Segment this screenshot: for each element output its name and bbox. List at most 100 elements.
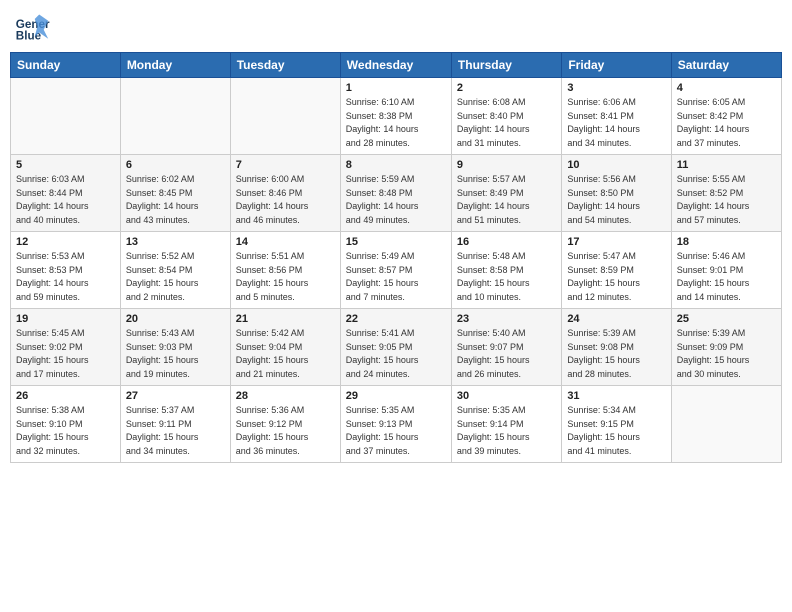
calendar-cell: 29 Sunrise: 5:35 AM Sunset: 9:13 PM Dayli… <box>340 386 451 463</box>
calendar-cell: 31 Sunrise: 5:34 AM Sunset: 9:15 PM Dayli… <box>562 386 671 463</box>
day-number: 21 <box>236 313 335 325</box>
calendar-cell: 28 Sunrise: 5:36 AM Sunset: 9:12 PM Dayli… <box>230 386 340 463</box>
day-info: Sunrise: 5:52 AM Sunset: 8:54 PM Dayligh… <box>126 250 225 304</box>
calendar-cell: 27Sunrise: 5:37 AM Sunset: 9:11 PM Dayli… <box>120 386 230 463</box>
calendar-week-5: 26Sunrise: 5:38 AM Sunset: 9:10 PM Dayli… <box>11 386 782 463</box>
day-info: Sunrise: 5:59 AM Sunset: 8:48 PM Dayligh… <box>346 173 446 227</box>
day-number: 29 <box>346 390 446 402</box>
day-info: Sunrise: 5:46 AM Sunset: 9:01 PM Dayligh… <box>677 250 776 304</box>
day-info: Sunrise: 5:35 AM Sunset: 9:14 PM Dayligh… <box>457 404 556 458</box>
day-info: Sunrise: 5:38 AM Sunset: 9:10 PM Dayligh… <box>16 404 115 458</box>
day-info: Sunrise: 6:00 AM Sunset: 8:46 PM Dayligh… <box>236 173 335 227</box>
day-number: 19 <box>16 313 115 325</box>
weekday-header-sunday: Sunday <box>11 53 121 78</box>
day-number: 24 <box>567 313 665 325</box>
calendar-week-4: 19 Sunrise: 5:45 AM Sunset: 9:02 PM Dayli… <box>11 309 782 386</box>
day-info: Sunrise: 6:06 AM Sunset: 8:41 PM Dayligh… <box>567 96 665 150</box>
day-info: Sunrise: 5:48 AM Sunset: 8:58 PM Dayligh… <box>457 250 556 304</box>
day-info: Sunrise: 5:42 AM Sunset: 9:04 PM Dayligh… <box>236 327 335 381</box>
day-info: Sunrise: 5:45 AM Sunset: 9:02 PM Dayligh… <box>16 327 115 381</box>
day-number: 4 <box>677 82 776 94</box>
calendar-cell: 7 Sunrise: 6:00 AM Sunset: 8:46 PM Daylig… <box>230 155 340 232</box>
day-info: Sunrise: 5:40 AM Sunset: 9:07 PM Dayligh… <box>457 327 556 381</box>
calendar-cell: 2 Sunrise: 6:08 AM Sunset: 8:40 PM Daylig… <box>451 78 561 155</box>
weekday-header-friday: Friday <box>562 53 671 78</box>
calendar-cell: 4 Sunrise: 6:05 AM Sunset: 8:42 PM Daylig… <box>671 78 781 155</box>
calendar-cell: 14 Sunrise: 5:51 AM Sunset: 8:56 PM Dayli… <box>230 232 340 309</box>
calendar-cell: 8Sunrise: 5:59 AM Sunset: 8:48 PM Daylig… <box>340 155 451 232</box>
weekday-header-tuesday: Tuesday <box>230 53 340 78</box>
logo-icon: General Blue <box>14 10 50 46</box>
day-info: Sunrise: 5:49 AM Sunset: 8:57 PM Dayligh… <box>346 250 446 304</box>
weekday-header-row: SundayMondayTuesdayWednesdayThursdayFrid… <box>11 53 782 78</box>
calendar-cell: 18 Sunrise: 5:46 AM Sunset: 9:01 PM Dayli… <box>671 232 781 309</box>
calendar-cell: 25 Sunrise: 5:39 AM Sunset: 9:09 PM Dayli… <box>671 309 781 386</box>
day-number: 10 <box>567 159 665 171</box>
calendar-cell: 5 Sunrise: 6:03 AM Sunset: 8:44 PM Daylig… <box>11 155 121 232</box>
day-number: 23 <box>457 313 556 325</box>
day-number: 31 <box>567 390 665 402</box>
day-number: 27 <box>126 390 225 402</box>
day-number: 30 <box>457 390 556 402</box>
weekday-header-monday: Monday <box>120 53 230 78</box>
calendar-cell: 23 Sunrise: 5:40 AM Sunset: 9:07 PM Dayli… <box>451 309 561 386</box>
day-info: Sunrise: 5:51 AM Sunset: 8:56 PM Dayligh… <box>236 250 335 304</box>
day-info: Sunrise: 6:03 AM Sunset: 8:44 PM Dayligh… <box>16 173 115 227</box>
day-info: Sunrise: 5:47 AM Sunset: 8:59 PM Dayligh… <box>567 250 665 304</box>
day-info: Sunrise: 5:34 AM Sunset: 9:15 PM Dayligh… <box>567 404 665 458</box>
calendar-week-2: 5 Sunrise: 6:03 AM Sunset: 8:44 PM Daylig… <box>11 155 782 232</box>
day-info: Sunrise: 5:43 AM Sunset: 9:03 PM Dayligh… <box>126 327 225 381</box>
day-info: Sunrise: 5:39 AM Sunset: 9:09 PM Dayligh… <box>677 327 776 381</box>
day-number: 15 <box>346 236 446 248</box>
day-number: 14 <box>236 236 335 248</box>
day-number: 7 <box>236 159 335 171</box>
page-header: General Blue <box>10 10 782 46</box>
day-number: 2 <box>457 82 556 94</box>
calendar-cell <box>230 78 340 155</box>
calendar-cell: 16 Sunrise: 5:48 AM Sunset: 8:58 PM Dayli… <box>451 232 561 309</box>
logo: General Blue <box>14 10 54 46</box>
day-number: 16 <box>457 236 556 248</box>
day-info: Sunrise: 5:41 AM Sunset: 9:05 PM Dayligh… <box>346 327 446 381</box>
day-number: 5 <box>16 159 115 171</box>
day-number: 18 <box>677 236 776 248</box>
day-number: 6 <box>126 159 225 171</box>
day-info: Sunrise: 6:10 AM Sunset: 8:38 PM Dayligh… <box>346 96 446 150</box>
calendar-cell: 19 Sunrise: 5:45 AM Sunset: 9:02 PM Dayli… <box>11 309 121 386</box>
calendar-cell: 15 Sunrise: 5:49 AM Sunset: 8:57 PM Dayli… <box>340 232 451 309</box>
calendar-cell: 6 Sunrise: 6:02 AM Sunset: 8:45 PM Daylig… <box>120 155 230 232</box>
day-number: 20 <box>126 313 225 325</box>
calendar-cell: 20 Sunrise: 5:43 AM Sunset: 9:03 PM Dayli… <box>120 309 230 386</box>
day-info: Sunrise: 5:56 AM Sunset: 8:50 PM Dayligh… <box>567 173 665 227</box>
calendar-cell: 11Sunrise: 5:55 AM Sunset: 8:52 PM Dayli… <box>671 155 781 232</box>
day-number: 22 <box>346 313 446 325</box>
day-info: Sunrise: 5:55 AM Sunset: 8:52 PM Dayligh… <box>677 173 776 227</box>
day-number: 3 <box>567 82 665 94</box>
calendar-cell: 3 Sunrise: 6:06 AM Sunset: 8:41 PM Daylig… <box>562 78 671 155</box>
day-info: Sunrise: 5:36 AM Sunset: 9:12 PM Dayligh… <box>236 404 335 458</box>
calendar-week-3: 12Sunrise: 5:53 AM Sunset: 8:53 PM Dayli… <box>11 232 782 309</box>
calendar-cell: 24Sunrise: 5:39 AM Sunset: 9:08 PM Dayli… <box>562 309 671 386</box>
calendar-cell: 12Sunrise: 5:53 AM Sunset: 8:53 PM Dayli… <box>11 232 121 309</box>
day-info: Sunrise: 5:57 AM Sunset: 8:49 PM Dayligh… <box>457 173 556 227</box>
calendar-cell: 30 Sunrise: 5:35 AM Sunset: 9:14 PM Dayli… <box>451 386 561 463</box>
calendar-cell: 9 Sunrise: 5:57 AM Sunset: 8:49 PM Daylig… <box>451 155 561 232</box>
day-number: 28 <box>236 390 335 402</box>
day-info: Sunrise: 6:08 AM Sunset: 8:40 PM Dayligh… <box>457 96 556 150</box>
day-info: Sunrise: 6:02 AM Sunset: 8:45 PM Dayligh… <box>126 173 225 227</box>
day-info: Sunrise: 5:53 AM Sunset: 8:53 PM Dayligh… <box>16 250 115 304</box>
day-info: Sunrise: 6:05 AM Sunset: 8:42 PM Dayligh… <box>677 96 776 150</box>
calendar-cell: 13Sunrise: 5:52 AM Sunset: 8:54 PM Dayli… <box>120 232 230 309</box>
weekday-header-saturday: Saturday <box>671 53 781 78</box>
day-number: 17 <box>567 236 665 248</box>
day-info: Sunrise: 5:35 AM Sunset: 9:13 PM Dayligh… <box>346 404 446 458</box>
weekday-header-thursday: Thursday <box>451 53 561 78</box>
calendar-cell: 26Sunrise: 5:38 AM Sunset: 9:10 PM Dayli… <box>11 386 121 463</box>
day-number: 25 <box>677 313 776 325</box>
calendar-cell: 22 Sunrise: 5:41 AM Sunset: 9:05 PM Dayli… <box>340 309 451 386</box>
calendar-cell: 1Sunrise: 6:10 AM Sunset: 8:38 PM Daylig… <box>340 78 451 155</box>
calendar-cell <box>11 78 121 155</box>
calendar-cell: 10 Sunrise: 5:56 AM Sunset: 8:50 PM Dayli… <box>562 155 671 232</box>
day-number: 9 <box>457 159 556 171</box>
calendar-cell: 21 Sunrise: 5:42 AM Sunset: 9:04 PM Dayli… <box>230 309 340 386</box>
